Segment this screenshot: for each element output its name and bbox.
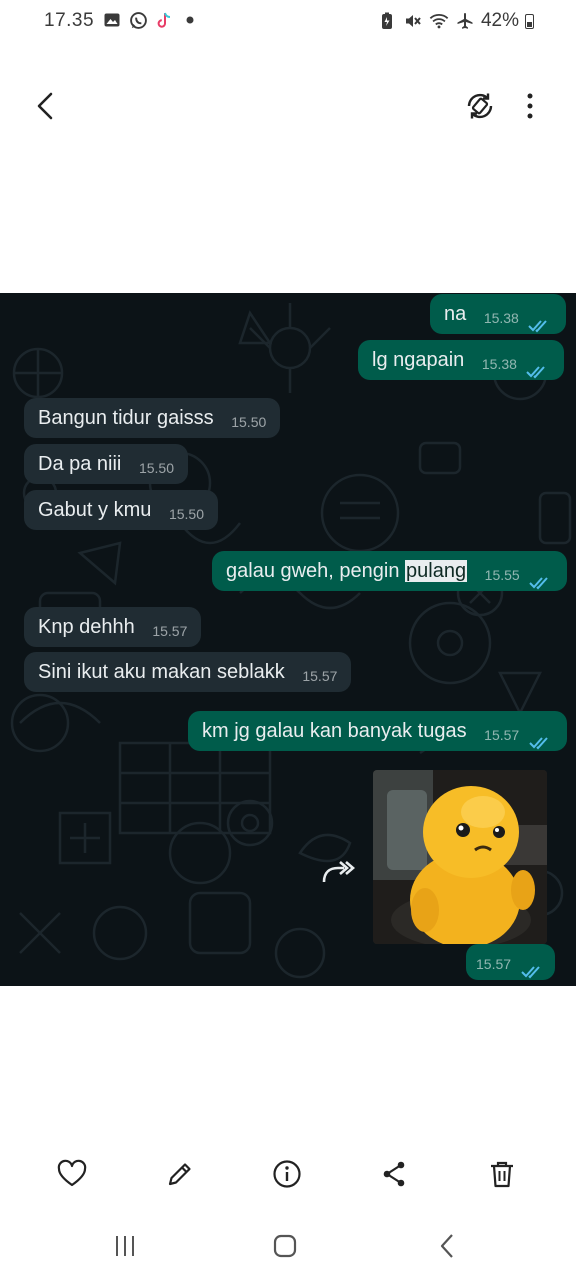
- rotate-icon[interactable]: [462, 88, 498, 124]
- app-bar: [0, 70, 576, 142]
- outgoing-message[interactable]: km jg galau kan banyak tugas 15.57: [188, 711, 567, 751]
- heart-icon[interactable]: [56, 1158, 88, 1190]
- message-time: 15.55: [484, 567, 520, 583]
- back-arrow-icon[interactable]: [28, 88, 64, 124]
- outgoing-message[interactable]: galau gweh, pengin pulang 15.55: [212, 551, 568, 591]
- mute-icon: [403, 11, 423, 31]
- system-icons: 42%: [377, 10, 534, 32]
- message-text: Sini ikut aku makan seblakk: [38, 661, 285, 683]
- yellow-duck-toy-image: [373, 770, 547, 944]
- dot-icon: [180, 10, 200, 30]
- photo-message-meta: 15.57: [466, 944, 555, 980]
- back-icon[interactable]: [434, 1232, 462, 1260]
- recent-apps-icon[interactable]: [111, 1232, 139, 1260]
- more-vert-icon[interactable]: [518, 88, 542, 124]
- incoming-message[interactable]: Da pa niii 15.50: [24, 444, 188, 484]
- notification-icons: [102, 10, 200, 30]
- message-time: 15.57: [302, 668, 338, 684]
- gallery-icon: [102, 10, 122, 30]
- message-time: 15.38: [483, 310, 519, 326]
- wifi-icon: [429, 11, 449, 31]
- message-text: lg ngapain: [372, 349, 465, 371]
- message-text: na: [444, 303, 467, 325]
- incoming-message[interactable]: Bangun tidur gaisss 15.50: [24, 398, 281, 438]
- airplane-icon: [455, 11, 475, 31]
- message-text: Gabut y kmu: [38, 499, 152, 521]
- double-tick-icon: [520, 955, 545, 986]
- message-time: 15.57: [152, 623, 188, 639]
- message-text: Da pa niii: [38, 453, 122, 475]
- share-icon[interactable]: [378, 1158, 410, 1190]
- tiktok-icon: [154, 10, 174, 30]
- chat-screenshot: na 15.38 lg ngapain 15.38 Bangun tidur g…: [0, 293, 576, 986]
- outgoing-message[interactable]: na 15.38: [430, 294, 567, 334]
- incoming-message[interactable]: Gabut y kmu 15.50: [24, 490, 218, 530]
- incoming-message[interactable]: Sini ikut aku makan seblakk 15.57: [24, 652, 352, 692]
- message-text-part: galau gweh, pengin: [226, 560, 406, 582]
- battery-percent: 42%: [480, 10, 519, 31]
- whatsapp-icon: [128, 10, 148, 30]
- incoming-message[interactable]: Knp dehhh 15.57: [24, 607, 202, 647]
- message-time: 15.50: [231, 414, 267, 430]
- status-bar: 17.35 42%: [0, 0, 576, 44]
- message-time: 15.38: [481, 356, 517, 372]
- forward-icon[interactable]: [318, 856, 358, 890]
- outgoing-message[interactable]: lg ngapain 15.38: [358, 340, 565, 380]
- message-time: 15.57: [484, 727, 520, 743]
- battery-saver-icon: [377, 11, 397, 31]
- double-tick-icon: [529, 724, 553, 764]
- message-text: galau gweh, pengin pulang: [226, 551, 468, 591]
- message-text: Knp dehhh: [38, 616, 135, 638]
- message-time: 15.57: [476, 956, 512, 972]
- selected-text-highlight[interactable]: pulang: [405, 560, 468, 582]
- system-nav-bar: [0, 1222, 576, 1270]
- double-tick-icon: [529, 564, 553, 604]
- edit-icon[interactable]: [164, 1158, 196, 1190]
- status-time: 17.35: [44, 10, 95, 31]
- message-text: km jg galau kan banyak tugas: [202, 720, 467, 742]
- message-time: 15.50: [138, 460, 174, 476]
- home-icon[interactable]: [271, 1232, 299, 1260]
- message-time: 15.50: [168, 506, 204, 522]
- battery-icon: [525, 13, 534, 29]
- delete-icon[interactable]: [486, 1158, 518, 1190]
- photo-message[interactable]: [373, 770, 547, 944]
- double-tick-icon: [526, 353, 550, 393]
- info-icon[interactable]: [271, 1158, 303, 1190]
- message-text: Bangun tidur gaisss: [38, 407, 214, 429]
- bottom-action-bar: [0, 1150, 576, 1200]
